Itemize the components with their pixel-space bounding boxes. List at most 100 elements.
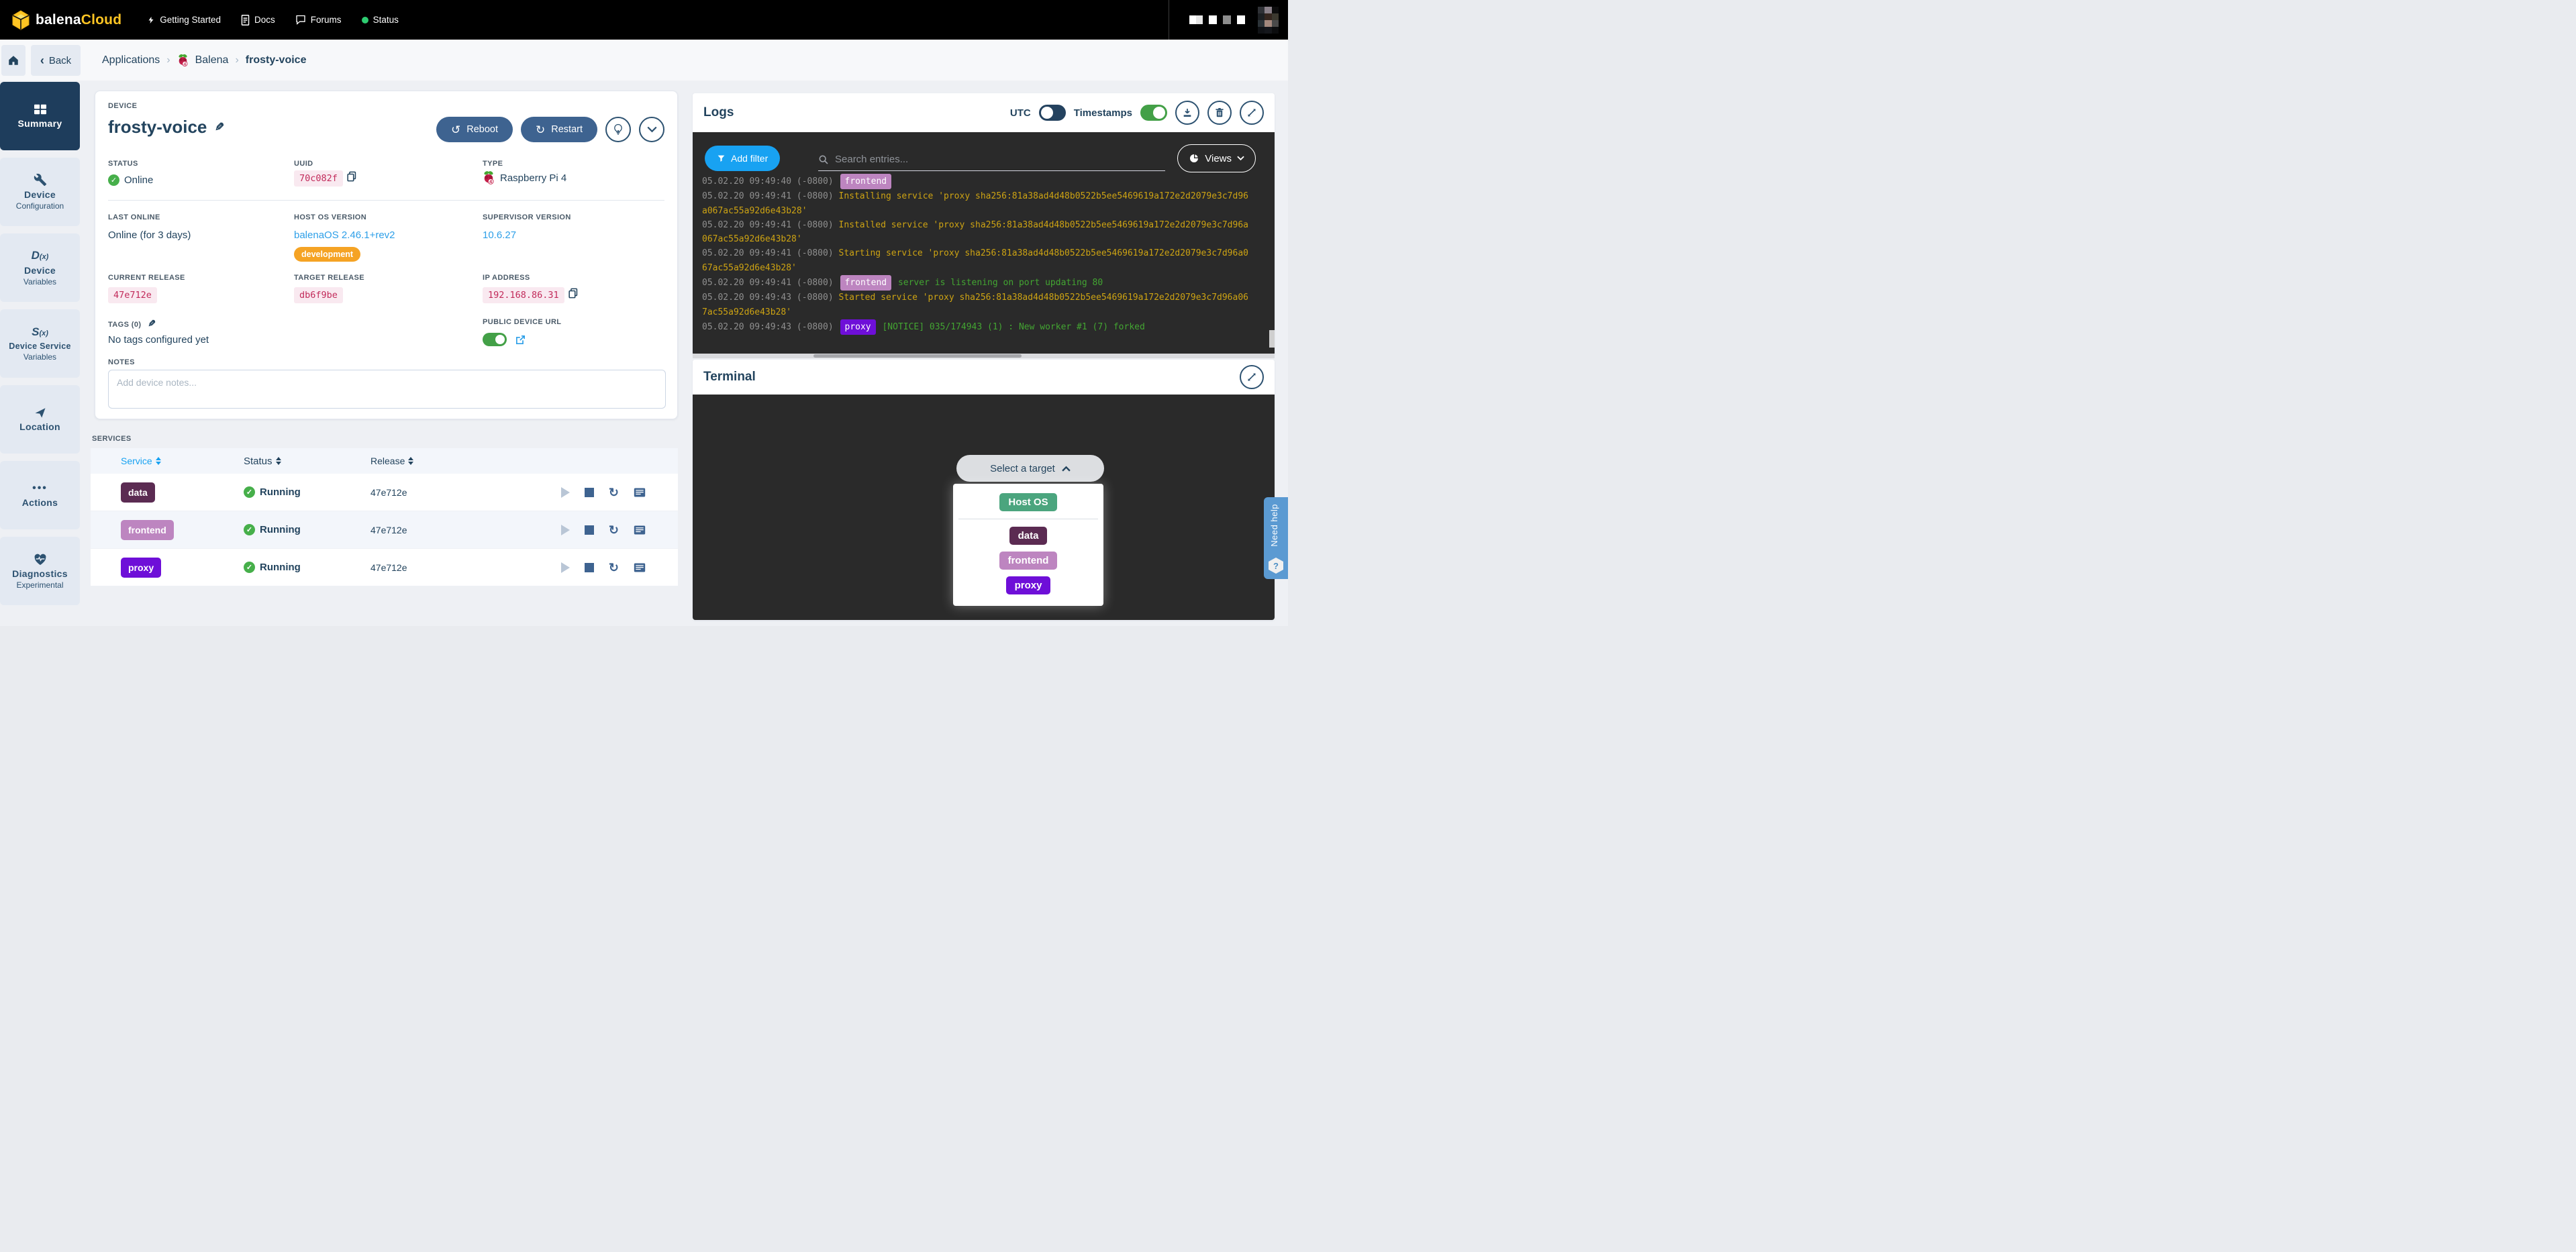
nav-status[interactable]: Status bbox=[362, 15, 399, 25]
sidebar-item-diagnostics[interactable]: Diagnostics Experimental bbox=[0, 537, 80, 605]
edit-tags-icon[interactable]: ✎ bbox=[148, 318, 156, 329]
sidebar-item-device-configuration[interactable]: Device Configuration bbox=[0, 158, 80, 226]
host-os-version-link[interactable]: balenaOS 2.46.1+rev2 bbox=[294, 229, 395, 241]
sidebar-label: Actions bbox=[22, 497, 58, 508]
restart-service-button[interactable]: ↻ bbox=[609, 562, 619, 574]
service-logs-button[interactable] bbox=[634, 487, 646, 498]
identify-device-button[interactable] bbox=[605, 117, 631, 142]
sort-by-status[interactable]: Status bbox=[244, 456, 281, 467]
balena-cloud-logo[interactable]: balenaCloud bbox=[0, 10, 121, 30]
notes-label: NOTES bbox=[108, 358, 135, 366]
nav-getting-started[interactable]: Getting Started bbox=[147, 15, 221, 25]
copy-uuid-button[interactable] bbox=[347, 173, 356, 185]
logs-search-input[interactable]: Search entries... bbox=[818, 148, 1165, 171]
breadcrumb-applications[interactable]: Applications bbox=[102, 54, 160, 66]
sidebar-item-device-variables[interactable]: D(x) Device Variables bbox=[0, 233, 80, 302]
nav-forums[interactable]: Forums bbox=[295, 15, 342, 25]
tags-empty-text: No tags configured yet bbox=[108, 334, 209, 346]
tags-label: TAGS (0) ✎ bbox=[108, 318, 156, 329]
sidebar-item-actions[interactable]: ••• Actions bbox=[0, 461, 80, 529]
sidebar-sublabel: Variables bbox=[23, 352, 56, 362]
uuid-label: UUID bbox=[294, 160, 313, 168]
sort-by-service[interactable]: Service bbox=[121, 456, 244, 466]
external-link-icon[interactable] bbox=[515, 334, 526, 346]
green-dot bbox=[362, 17, 368, 23]
ellipsis-icon: ••• bbox=[32, 482, 48, 494]
sidebar-item-location[interactable]: Location bbox=[0, 385, 80, 454]
expand-icon bbox=[1246, 372, 1257, 382]
download-logs-button[interactable] bbox=[1175, 101, 1199, 125]
status-badge: ✓ Online bbox=[108, 174, 153, 186]
home-button[interactable] bbox=[1, 45, 26, 76]
raspberry-pi-icon: 4 bbox=[177, 54, 189, 67]
views-button[interactable]: Views bbox=[1177, 144, 1256, 172]
stop-service-button[interactable] bbox=[585, 525, 594, 535]
redacted-nav-item bbox=[1196, 15, 1203, 24]
terminal-header: Terminal bbox=[693, 360, 1275, 395]
target-option-host-os[interactable]: Host OS bbox=[999, 493, 1056, 511]
public-url-toggle[interactable] bbox=[483, 333, 507, 346]
target-option-frontend[interactable]: frontend bbox=[999, 552, 1058, 570]
target-option-data[interactable]: data bbox=[1009, 527, 1048, 545]
sort-arrows-icon bbox=[156, 457, 161, 465]
stop-service-button[interactable] bbox=[585, 563, 594, 572]
services-section-label: SERVICES bbox=[92, 435, 132, 443]
sidebar-item-summary[interactable]: Summary bbox=[0, 82, 80, 150]
start-service-button[interactable] bbox=[561, 525, 570, 535]
reboot-button[interactable]: ↺ Reboot bbox=[436, 117, 513, 142]
select-target-button[interactable]: Select a target bbox=[956, 455, 1104, 482]
timestamps-toggle[interactable] bbox=[1140, 105, 1167, 121]
sort-arrows-icon bbox=[408, 457, 413, 465]
development-badge: development bbox=[294, 247, 360, 262]
trash-icon bbox=[1215, 107, 1224, 118]
log-line: 05.02.20 09:49:43 (-0800) Started servic… bbox=[702, 291, 1261, 305]
sidebar-label: Diagnostics bbox=[12, 568, 68, 579]
expand-logs-button[interactable] bbox=[1240, 101, 1264, 125]
restart-button[interactable]: ↻ Restart bbox=[521, 117, 597, 142]
logs-vertical-scrollbar[interactable] bbox=[1269, 330, 1275, 348]
service-row-data: data ✓Running 47e712e ↻ bbox=[91, 474, 678, 511]
check-circle-icon: ✓ bbox=[244, 562, 255, 573]
target-option-proxy[interactable]: proxy bbox=[1006, 576, 1051, 594]
sort-by-release[interactable]: Release bbox=[370, 456, 532, 466]
restart-service-button[interactable]: ↻ bbox=[609, 524, 619, 536]
services-table-header: Service Status Release bbox=[91, 448, 678, 474]
service-logs-button[interactable] bbox=[634, 525, 646, 535]
service-logs-button[interactable] bbox=[634, 562, 646, 573]
location-arrow-icon bbox=[34, 407, 47, 419]
utc-toggle[interactable] bbox=[1039, 105, 1066, 121]
back-button[interactable]: ‹ Back bbox=[31, 45, 81, 76]
restart-service-button[interactable]: ↻ bbox=[609, 486, 619, 499]
sidebar-item-device-service-variables[interactable]: S(x) Device Service Variables bbox=[0, 309, 80, 378]
edit-device-name-icon[interactable]: ✎ bbox=[215, 121, 224, 134]
log-line: 05.02.20 09:49:41 (-0800) Installing ser… bbox=[702, 189, 1261, 203]
device-notes-input[interactable] bbox=[108, 370, 666, 409]
avatar[interactable] bbox=[1258, 7, 1279, 34]
service-badge: frontend bbox=[121, 520, 174, 540]
d-of-x-icon: D(x) bbox=[32, 249, 49, 262]
logs-console: Add filter Search entries... Views 05.02… bbox=[693, 132, 1275, 356]
more-actions-button[interactable] bbox=[639, 117, 664, 142]
log-service-badge: frontend bbox=[840, 174, 892, 189]
current-release-value: 47e712e bbox=[108, 287, 157, 303]
check-circle-icon: ✓ bbox=[244, 486, 255, 498]
logs-title: Logs bbox=[703, 105, 734, 120]
add-filter-button[interactable]: Add filter bbox=[705, 146, 780, 171]
host-os-label: HOST OS VERSION bbox=[294, 213, 366, 221]
sidebar-label: Device bbox=[24, 265, 56, 276]
copy-ip-button[interactable] bbox=[568, 290, 578, 301]
reboot-icon: ↺ bbox=[451, 124, 460, 136]
chevron-down-icon bbox=[1237, 156, 1244, 161]
stop-service-button[interactable] bbox=[585, 488, 594, 497]
logs-horizontal-scrollbar[interactable] bbox=[813, 354, 1022, 358]
breadcrumb-balena[interactable]: Balena bbox=[195, 54, 229, 66]
nav-docs[interactable]: Docs bbox=[241, 15, 275, 25]
clear-logs-button[interactable] bbox=[1207, 101, 1232, 125]
expand-terminal-button[interactable] bbox=[1240, 365, 1264, 389]
start-service-button[interactable] bbox=[561, 562, 570, 573]
svg-text:4: 4 bbox=[183, 62, 186, 67]
start-service-button[interactable] bbox=[561, 487, 570, 498]
ip-address-value: 192.168.86.31 bbox=[483, 287, 578, 303]
need-help-tab[interactable]: Need help ? bbox=[1264, 497, 1288, 579]
ip-address-label: IP ADDRESS bbox=[483, 274, 530, 282]
